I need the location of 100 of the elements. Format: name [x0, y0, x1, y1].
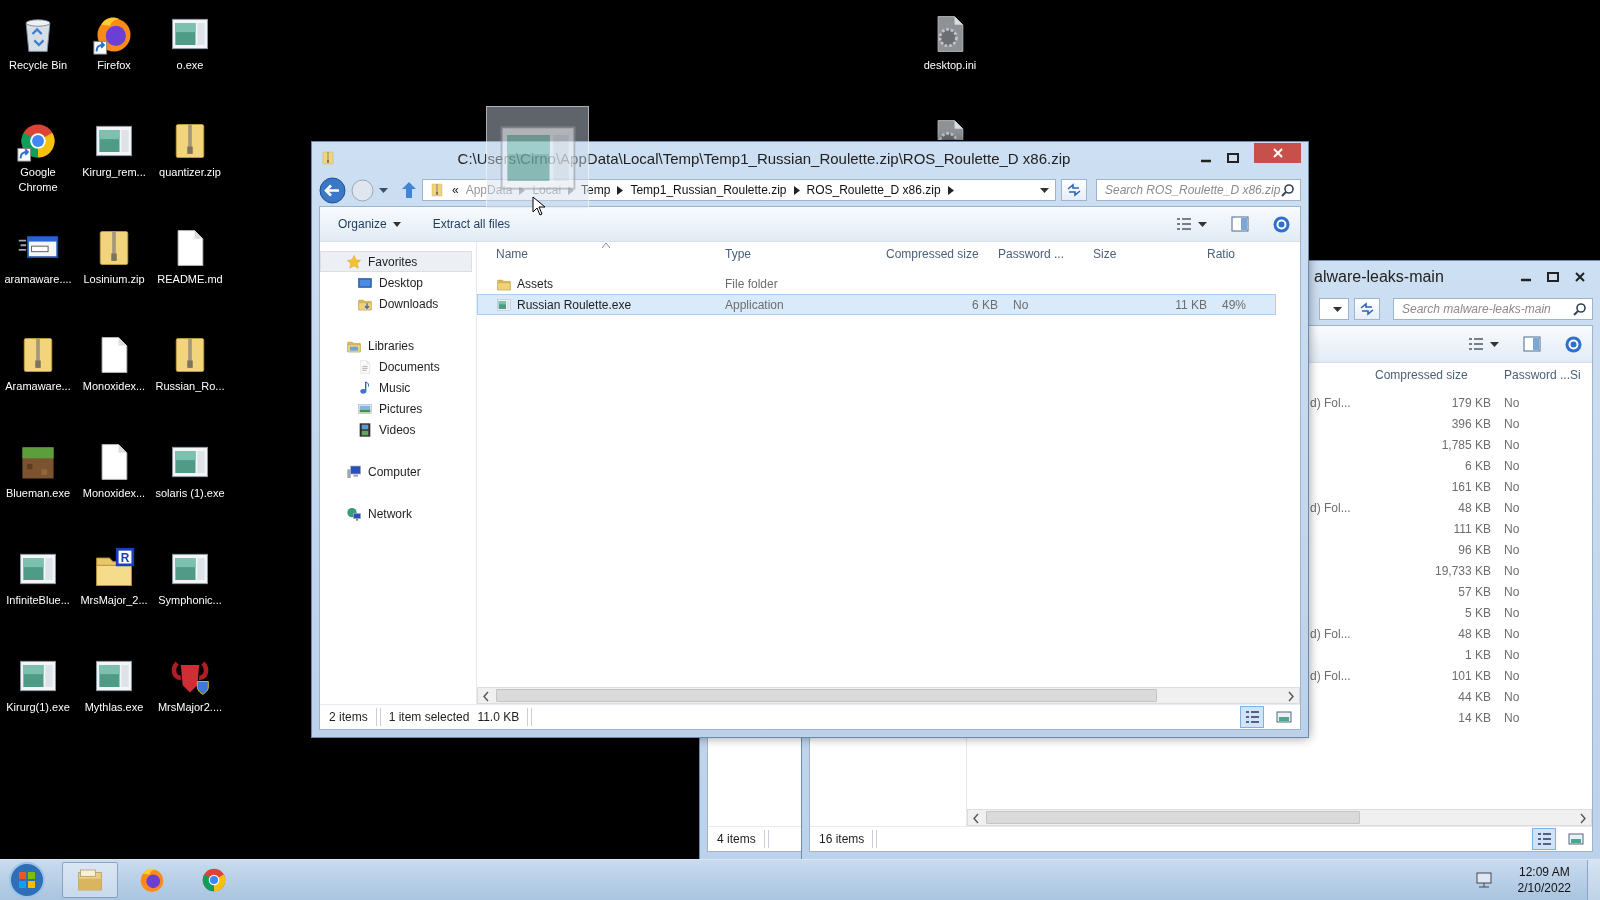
dropdown-caret-icon[interactable]: [1198, 221, 1207, 227]
desktop-icon-label[interactable]: Monoxidex...: [82, 379, 146, 394]
desktop-icon-label[interactable]: Blueman.exe: [5, 486, 71, 501]
dropdown-caret-icon[interactable]: [1333, 306, 1342, 312]
help-icon[interactable]: [1565, 335, 1582, 353]
table-cell-text: 5 KB: [1464, 605, 1491, 620]
file-row[interactable]: Russian Roulette.exe Application 6 KB No 11 KB 49%: [477, 294, 1276, 315]
nav-item[interactable]: Favorites: [320, 251, 472, 272]
column-header[interactable]: Compressed size: [1375, 368, 1491, 382]
nav-item[interactable]: Computer: [320, 461, 472, 482]
preview-pane-icon[interactable]: [1231, 216, 1249, 232]
search-icon: [1281, 183, 1294, 197]
table-cell-text: 44 KB: [1457, 689, 1491, 704]
desktop-icon-label[interactable]: Kirurg(1).exe: [6, 700, 70, 715]
help-icon[interactable]: [1273, 215, 1290, 233]
status-text: 16 items: [819, 832, 865, 846]
nav-item[interactable]: Music: [320, 377, 472, 398]
window-title: C:\Users\Cirno\AppData\Local\Temp\Temp1_Russian_Roulette.zip\ROS_Roulette_D x86.zip: [456, 149, 1072, 167]
search-field[interactable]: Search ROS_Roulette_D x86.zip: [1096, 179, 1301, 201]
table-cell-text: 14 KB: [1457, 710, 1491, 725]
desktop-icon-label[interactable]: aramaware....: [4, 272, 72, 287]
nav-item[interactable]: Libraries: [320, 335, 472, 356]
desktop-icon-label[interactable]: InfiniteBlue...: [6, 593, 70, 608]
start-button[interactable]: [8, 861, 46, 899]
table-cell-text: 396 KB: [1450, 416, 1491, 431]
desktop-icon-label[interactable]: Mythlas.exe: [84, 700, 144, 715]
refresh-icon: [1066, 183, 1082, 197]
breadcrumb-item[interactable]: Temp1_Russian_Roulette.zip: [630, 183, 787, 197]
column-header[interactable]: Type: [725, 247, 886, 261]
search-icon: [1573, 302, 1586, 316]
desktop-icon-label[interactable]: Monoxidex...: [82, 486, 146, 501]
scrollbar-thumb[interactable]: [496, 689, 1157, 702]
desktop-icon-label[interactable]: quantizer.zip: [159, 165, 221, 180]
table-cell-text: 111 KB: [1452, 521, 1491, 536]
desktop-icon-label[interactable]: Firefox: [97, 58, 131, 73]
desktop-icon-label[interactable]: Losinium.zip: [83, 272, 145, 287]
column-header[interactable]: Name: [496, 247, 725, 261]
desktop-icon-label[interactable]: Symphonic...: [158, 593, 222, 608]
close-icon: [1573, 272, 1586, 282]
network-status-icon[interactable]: [1473, 871, 1494, 889]
search-field[interactable]: Search malware-leaks-main: [1393, 298, 1593, 320]
scrollbar-thumb[interactable]: [986, 811, 1360, 824]
column-header[interactable]: Password ...: [1491, 368, 1570, 382]
view-options-icon[interactable]: [1176, 217, 1192, 231]
breadcrumb-item[interactable]: ROS_Roulette_D x86.zip: [806, 183, 941, 197]
horizontal-scrollbar[interactable]: [967, 809, 1592, 826]
column-header[interactable]: Password ...: [998, 247, 1093, 261]
view-options-icon[interactable]: [1468, 337, 1484, 351]
nav-item[interactable]: Pictures: [320, 398, 472, 419]
table-cell-text: No: [1503, 542, 1521, 557]
breadcrumb-overflow[interactable]: «: [452, 183, 459, 197]
table-cell-text: 19,733 KB: [1433, 563, 1491, 578]
dropdown-caret-icon[interactable]: [1040, 187, 1049, 193]
table-cell: 49%: [1222, 297, 1247, 312]
refresh-button[interactable]: [1061, 179, 1087, 201]
column-header[interactable]: Size: [1093, 247, 1207, 261]
toolbar-button[interactable]: Organize: [330, 214, 409, 234]
nav-item[interactable]: Network: [320, 503, 472, 524]
desktop-icon-label[interactable]: Kirurg_rem...: [82, 165, 146, 180]
preview-pane-icon[interactable]: [1523, 336, 1541, 352]
address-bar[interactable]: [1319, 298, 1349, 320]
desktop-icon-label[interactable]: MrsMajor2....: [157, 700, 223, 715]
maximize-icon: [1226, 153, 1239, 163]
nav-item[interactable]: Videos: [320, 419, 472, 440]
table-cell-text: No: [1503, 605, 1521, 620]
window-title: alware-leaks-main: [1313, 268, 1445, 286]
desktop-icon-label[interactable]: Russian_Ro...: [155, 379, 225, 394]
column-header[interactable]: Si: [1570, 368, 1592, 382]
maximize-icon: [1546, 272, 1559, 282]
dropdown-caret-icon[interactable]: [379, 187, 388, 193]
desktop-icon-label[interactable]: Google Chrome: [2, 165, 74, 195]
desktop-icon-label[interactable]: Recycle Bin: [8, 58, 68, 73]
toolbar-button[interactable]: Extract all files: [424, 214, 519, 234]
desktop-icon-label[interactable]: MrsMajor_2...: [80, 593, 148, 608]
breadcrumb-arrow-icon[interactable]: [793, 185, 800, 195]
nav-item[interactable]: Desktop: [320, 272, 472, 293]
nav-item[interactable]: Downloads: [320, 293, 472, 314]
file-row[interactable]: Assets File folder: [477, 273, 1300, 294]
desktop-icon-label[interactable]: solaris (1).exe: [155, 486, 225, 501]
breadcrumb-arrow-icon[interactable]: [947, 185, 954, 195]
column-header[interactable]: Compressed size: [886, 247, 998, 261]
back-button[interactable]: [319, 176, 346, 204]
breadcrumb-arrow-icon[interactable]: [617, 185, 624, 195]
up-arrow-icon[interactable]: [401, 181, 417, 199]
table-cell: Application: [725, 297, 784, 312]
desktop-icon-label[interactable]: o.exe: [176, 58, 204, 73]
details-view-icon[interactable]: [1532, 828, 1556, 850]
desktop-icon-label[interactable]: desktop.ini: [923, 58, 977, 73]
zipped-folder-icon: [320, 150, 336, 166]
table-cell: File folder: [725, 276, 778, 291]
column-header[interactable]: Ratio: [1207, 247, 1299, 261]
horizontal-scrollbar[interactable]: [477, 687, 1300, 704]
desktop-icon-label[interactable]: README.md: [157, 272, 223, 287]
desktop-icon-label[interactable]: Aramaware...: [5, 379, 71, 394]
breadcrumb-item[interactable]: Temp: [581, 183, 611, 197]
clock[interactable]: 12:09 AM 2/10/2022: [1517, 864, 1571, 896]
refresh-button[interactable]: [1354, 298, 1380, 320]
details-view-icon[interactable]: [1240, 706, 1264, 728]
dropdown-caret-icon[interactable]: [1490, 341, 1499, 347]
nav-item[interactable]: Documents: [320, 356, 472, 377]
